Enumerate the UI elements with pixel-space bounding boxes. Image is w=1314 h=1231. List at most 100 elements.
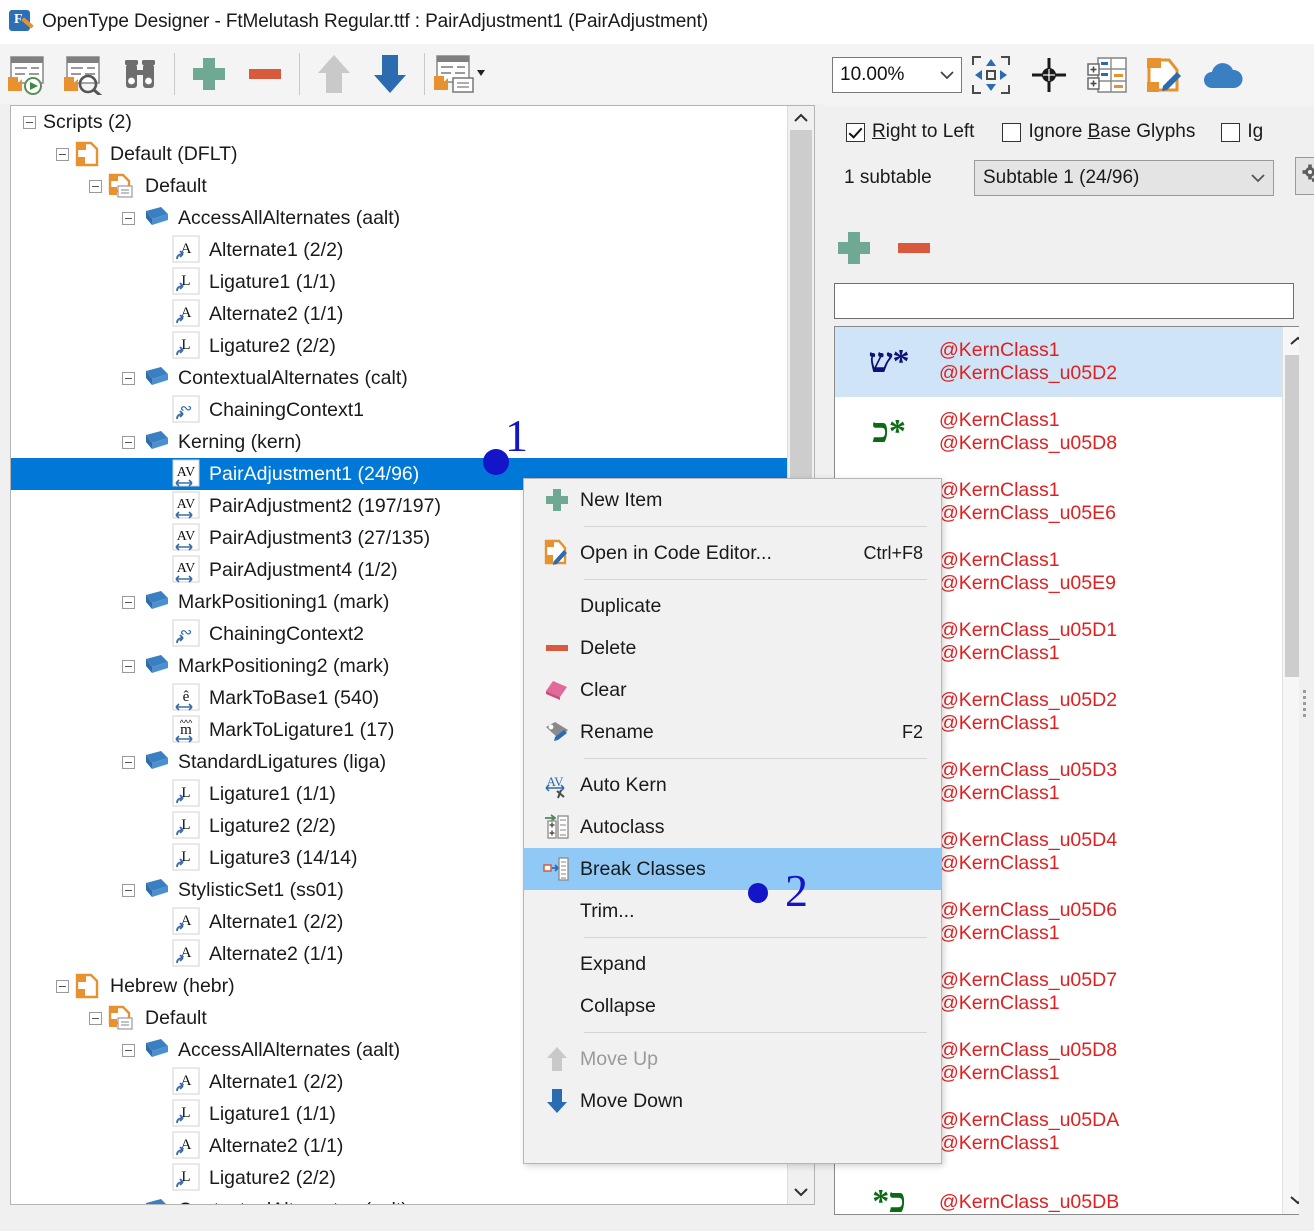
kern-pair-class-names: @KernClass_u05D1 @KernClass1 [939, 619, 1117, 664]
tree-row[interactable]: Kerning (kern) [11, 426, 789, 458]
tree-item-icon-lookup-A: A [172, 1067, 202, 1097]
tree-expander-collapse[interactable] [122, 1043, 135, 1057]
kern-pair-add-remove-row [824, 222, 1124, 274]
tree-item-label: PairAdjustment3 (27/135) [209, 526, 431, 549]
tree-row[interactable]: ∾ ChainingContext1 [11, 394, 789, 426]
add-icon[interactable] [824, 222, 884, 274]
tree-item-label: Ligature2 (2/2) [209, 1166, 336, 1189]
move-down-icon[interactable] [362, 48, 418, 100]
tree-item-label: ContextualAlternates (calt) [178, 1199, 408, 1205]
scroll-down-icon[interactable] [788, 1180, 814, 1204]
menu-item-autoclass[interactable]: Autoclass [524, 806, 941, 848]
checkbox-box[interactable] [846, 122, 865, 142]
tree-row[interactable]: Scripts (2) [11, 106, 789, 138]
tree-row[interactable]: A Alternate2 (1/1) [11, 298, 789, 330]
tree-item-label: Default [145, 174, 207, 197]
tree-row[interactable]: A Alternate1 (2/2) [11, 234, 789, 266]
tree-expander-collapse[interactable] [122, 371, 135, 385]
tree-item-icon-lookup-L: L [172, 779, 202, 809]
tree-row[interactable]: L Ligature2 (2/2) [11, 330, 789, 362]
scroll-up-icon[interactable] [788, 106, 814, 130]
menu-item-expand[interactable]: Expand [524, 943, 941, 985]
tree-item-icon-feature-blue [139, 749, 171, 775]
menu-item-break-classes[interactable]: Break Classes [524, 848, 941, 890]
kern-pair-row-selected[interactable]: ש* @KernClass1 @KernClass_u05D2 [835, 327, 1313, 397]
break-classes-icon [534, 855, 580, 883]
menu-item-auto-kern[interactable]: AV Auto Kern [524, 764, 941, 806]
tree-item-icon-lookup-L: L [172, 843, 202, 873]
tree-expander-collapse[interactable] [122, 1203, 135, 1204]
tree-scrollbar-thumb[interactable] [790, 130, 812, 483]
checkbox-ignore-truncated[interactable]: Ig [1221, 121, 1263, 143]
center-origin-icon[interactable] [1020, 49, 1078, 101]
splitter-grip[interactable] [1303, 690, 1306, 720]
tree-expander-collapse[interactable] [23, 115, 36, 129]
class-table-icon[interactable] [1078, 49, 1136, 101]
tree-item-icon-lookup-L: L [172, 331, 202, 361]
checkbox-box[interactable] [1002, 122, 1022, 142]
fit-to-window-icon[interactable] [962, 49, 1020, 101]
menu-item-delete[interactable]: Delete [524, 627, 941, 669]
menu-item-label: Autoclass [580, 815, 665, 838]
tree-item-icon-lookup-AV: AV [172, 555, 202, 585]
menu-item-move-down[interactable]: Move Down [524, 1080, 941, 1122]
menu-item-trim[interactable]: Trim... [524, 890, 941, 932]
menu-item-clear[interactable]: Clear [524, 669, 941, 711]
tree-expander-collapse[interactable] [122, 755, 135, 769]
menu-item-rename[interactable]: Rename F2 [524, 711, 941, 753]
kern-class-second: @KernClass1 [939, 1132, 1060, 1154]
compile-and-preview-icon[interactable] [56, 48, 112, 100]
tree-expander-collapse[interactable] [122, 883, 135, 897]
compile-and-run-icon[interactable] [0, 48, 56, 100]
zoom-combo[interactable]: 10.00% [832, 57, 962, 93]
tree-expander-collapse[interactable] [89, 1011, 102, 1025]
tree-row[interactable]: ContextualAlternates (calt) [11, 362, 789, 394]
left-toolbar [0, 44, 824, 104]
tree-expander-collapse[interactable] [122, 435, 135, 449]
tree-expander-collapse[interactable] [122, 659, 135, 673]
context-menu[interactable]: New Item Open in Code Editor... Ctrl+F8 Dup… [523, 478, 942, 1164]
code-editor-icon[interactable] [1136, 49, 1194, 101]
remove-icon[interactable] [237, 48, 293, 100]
checkbox-right-to-left[interactable]: Right to Left [846, 121, 974, 143]
kern-class-first: @KernClass1 [939, 549, 1060, 572]
menu-separator [584, 526, 927, 527]
move-up-icon [534, 1045, 580, 1073]
menu-item-collapse[interactable]: Collapse [524, 985, 941, 1027]
add-icon[interactable] [181, 48, 237, 100]
code-editor-dropdown-icon[interactable] [431, 48, 487, 100]
checkbox-label: Ig [1247, 121, 1264, 142]
kern-pair-glyph-preview: כ* [872, 413, 906, 450]
menu-item-label: Expand [580, 952, 647, 975]
tree-row[interactable]: Default [11, 170, 789, 202]
tree-row[interactable]: AccessAllAlternates (aalt) [11, 202, 789, 234]
tree-row[interactable]: Default (DFLT) [11, 138, 789, 170]
subtable-select[interactable]: Subtable 1 (24/96) [974, 160, 1274, 196]
menu-item-open-in-code-editor[interactable]: Open in Code Editor... Ctrl+F8 [524, 532, 941, 574]
kern-pair-filter-input[interactable] [834, 283, 1294, 319]
menu-item-label: Move Up [580, 1047, 659, 1070]
checkbox-box[interactable] [1221, 122, 1241, 142]
tree-expander-collapse[interactable] [56, 147, 69, 161]
menu-item-new-item[interactable]: New Item [524, 479, 941, 521]
kern-pair-row[interactable]: כ* @KernClass1 @KernClass_u05D8 [835, 397, 1313, 467]
tree-expander-collapse[interactable] [122, 595, 135, 609]
tree-row[interactable]: L Ligature1 (1/1) [11, 266, 789, 298]
kern-pair-row[interactable]: *כ @KernClass_u05DB [835, 1167, 1313, 1214]
tree-expander-collapse[interactable] [56, 979, 69, 993]
menu-item-duplicate[interactable]: Duplicate [524, 585, 941, 627]
tree-row[interactable]: L Ligature2 (2/2) [11, 1162, 789, 1194]
kern-pair-class-names: @KernClass_u05D8 @KernClass1 [939, 1039, 1117, 1084]
find-icon[interactable] [112, 48, 168, 100]
svg-text:AV: AV [546, 774, 564, 789]
checkbox-ignore-base-glyphs[interactable]: Ignore Base Glyphs [1002, 121, 1195, 143]
tree-expander-collapse[interactable] [89, 179, 102, 193]
tree-item-label: ChainingContext1 [209, 398, 365, 421]
tree-row[interactable]: ContextualAlternates (calt) [11, 1194, 789, 1204]
cloud-icon[interactable] [1194, 49, 1252, 101]
panel-splitter[interactable] [1299, 326, 1314, 1215]
subtable-settings-icon[interactable] [1295, 157, 1314, 195]
menu-item-shortcut: F2 [901, 721, 923, 742]
tree-expander-collapse[interactable] [122, 211, 135, 225]
remove-icon[interactable] [884, 222, 944, 274]
